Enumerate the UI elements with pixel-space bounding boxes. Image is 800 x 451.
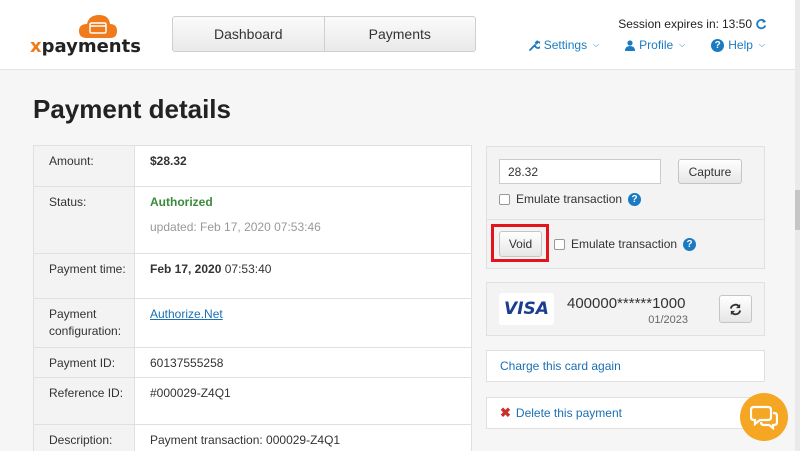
refresh-icon [729, 303, 742, 315]
status-value: Authorized [150, 195, 213, 209]
payment-configuration-label: Payment configuration: [34, 299, 135, 347]
emulate-capture-checkbox[interactable] [499, 193, 510, 205]
table-row-reference-id: Reference ID: #000029-Z4Q1 [34, 378, 471, 425]
capture-void-panel: Capture Emulate transaction ? Void Emula… [486, 146, 765, 269]
session-time: 13:50 [721, 17, 752, 31]
reference-id-value: #000029-Z4Q1 [150, 386, 231, 400]
emulate-void-label: Emulate transaction [571, 237, 678, 251]
question-circle-icon: ? [711, 38, 725, 52]
settings-menu[interactable]: Settings ⌵ [528, 38, 600, 52]
reference-id-label: Reference ID: [34, 378, 135, 424]
top-links: Settings ⌵ Profile ⌵ ? Help ⌵ [528, 38, 765, 52]
divider [487, 219, 764, 220]
capture-button[interactable]: Capture [678, 159, 742, 184]
session-timer: Session expires in: 13:50 [618, 17, 767, 31]
refresh-session-icon[interactable] [755, 18, 767, 30]
delete-x-icon: ✖ [500, 405, 511, 420]
table-row-description: Description: Payment transaction: 000029… [34, 425, 471, 451]
table-row-payment-configuration: Payment configuration: Authorize.Net [34, 299, 471, 348]
description-value: Payment transaction: 000029-Z4Q1 [150, 433, 341, 447]
payment-configuration-link[interactable]: Authorize.Net [150, 307, 223, 321]
chevron-down-icon: ⌵ [593, 40, 600, 49]
description-label: Description: [34, 425, 135, 451]
payment-time: 07:53:40 [224, 262, 272, 276]
session-label: Session expires in: [618, 17, 719, 31]
profile-menu[interactable]: Profile ⌵ [625, 38, 685, 52]
delete-payment-link[interactable]: ✖ Delete this payment [486, 397, 765, 429]
payment-details-table: Amount: $28.32 Status: Authorized update… [33, 145, 472, 451]
chevron-down-icon: ⌵ [758, 40, 765, 49]
visa-logo: VISA [499, 293, 554, 325]
payment-date: Feb 17, 2020 [150, 262, 222, 276]
chat-bubbles-icon [750, 405, 778, 430]
table-row-payment-time: Payment time: Feb 17, 2020 07:53:40 [34, 254, 471, 299]
refresh-card-button[interactable] [719, 295, 752, 323]
card-number: 400000******1000 [567, 295, 686, 312]
payment-id-label: Payment ID: [34, 348, 135, 377]
table-row-payment-id: Payment ID: 60137555258 [34, 348, 471, 378]
table-row-amount: Amount: $28.32 [34, 146, 471, 187]
amount-value: $28.32 [150, 154, 187, 168]
header: xpayments Dashboard Payments Session exp… [0, 0, 800, 70]
main-nav: Dashboard Payments [172, 16, 476, 52]
delete-payment-label: Delete this payment [515, 406, 622, 420]
logo-text: xpayments [30, 36, 141, 57]
profile-label: Profile [639, 38, 674, 52]
charge-again-label: Charge this card again [500, 359, 621, 373]
chevron-down-icon: ⌵ [679, 40, 686, 49]
payment-configuration-cell: Authorize.Net [135, 299, 471, 347]
table-row-status: Status: Authorized updated: Feb 17, 2020… [34, 187, 471, 254]
status-cell: Authorized updated: Feb 17, 2020 07:53:4… [135, 187, 471, 253]
payment-time-label: Payment time: [34, 254, 135, 298]
charge-again-link[interactable]: Charge this card again [486, 350, 765, 382]
void-button[interactable]: Void [499, 231, 542, 257]
help-menu[interactable]: ? Help ⌵ [711, 38, 765, 52]
question-circle-icon[interactable]: ? [628, 192, 642, 206]
nav-tab-dashboard[interactable]: Dashboard [173, 17, 324, 51]
payment-time-value: Feb 17, 2020 07:53:40 [135, 254, 471, 298]
wrench-icon [528, 39, 540, 51]
emulate-capture-row: Emulate transaction ? [499, 192, 642, 206]
emulate-void-row: Emulate transaction ? [554, 237, 697, 251]
chat-widget-button[interactable] [740, 393, 788, 441]
page-title: Payment details [33, 94, 231, 124]
emulate-void-checkbox[interactable] [554, 238, 565, 250]
help-label: Help [728, 38, 753, 52]
scrollbar-thumb[interactable] [795, 190, 800, 230]
user-icon [625, 39, 636, 51]
xpayments-logo[interactable]: xpayments [30, 10, 141, 60]
nav-tab-payments[interactable]: Payments [323, 17, 476, 51]
card-expiry: 01/2023 [648, 314, 688, 326]
capture-amount-input[interactable] [499, 159, 661, 184]
status-updated: updated: Feb 17, 2020 07:53:46 [150, 220, 321, 234]
payment-id-value: 60137555258 [150, 356, 224, 370]
settings-label: Settings [543, 38, 588, 52]
emulate-capture-label: Emulate transaction [516, 192, 623, 206]
amount-label: Amount: [34, 146, 135, 186]
saved-card-panel: VISA 400000******1000 01/2023 [486, 282, 765, 336]
status-label: Status: [34, 187, 135, 253]
question-circle-icon[interactable]: ? [683, 237, 697, 251]
